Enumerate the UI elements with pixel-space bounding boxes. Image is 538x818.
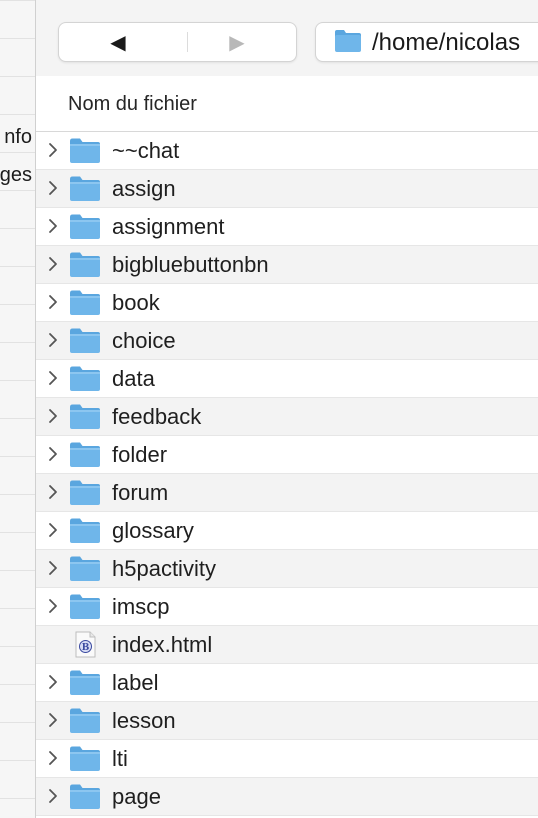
file-row[interactable]: ~~chat: [36, 132, 538, 170]
chevron-right-icon[interactable]: [44, 748, 62, 768]
file-name: page: [112, 784, 161, 809]
folder-icon: [69, 175, 101, 207]
file-name: glossary: [112, 518, 194, 543]
chevron-right-icon[interactable]: [44, 330, 62, 350]
folder-icon: [69, 479, 101, 511]
folder-icon: [335, 30, 361, 52]
file-row[interactable]: assign: [36, 170, 538, 208]
file-name: label: [112, 670, 159, 695]
background-label: nfo: [4, 126, 32, 148]
file-row[interactable]: h5pactivity: [36, 550, 538, 588]
file-name: folder: [112, 442, 168, 467]
file-browser-panel: ◀ ▶ /home/nicolas Nom du fichier ~~chat a…: [36, 0, 538, 818]
folder-icon: [69, 289, 101, 321]
folder-icon: [69, 707, 101, 739]
file-row[interactable]: folder: [36, 436, 538, 474]
file-list: ~~chat assign assignment bigbluebuttonbn boo…: [36, 132, 538, 816]
name-column-header[interactable]: Nom du fichier: [68, 93, 197, 116]
file-row[interactable]: imscp: [36, 588, 538, 626]
file-name: ~~chat: [112, 138, 180, 163]
chevron-right-icon[interactable]: [44, 216, 62, 236]
path-selector[interactable]: /home/nicolas: [315, 22, 538, 62]
file-row[interactable]: lti: [36, 740, 538, 778]
file-name: assign: [112, 176, 176, 201]
navigation-button-group: ◀ ▶: [58, 22, 297, 62]
folder-icon: [69, 403, 101, 435]
folder-icon: [69, 555, 101, 587]
file-row[interactable]: choice: [36, 322, 538, 360]
chevron-right-icon[interactable]: [44, 406, 62, 426]
chevron-right-icon[interactable]: [44, 140, 62, 160]
chevron-right-icon[interactable]: [44, 710, 62, 730]
folder-icon: [69, 783, 101, 815]
file-name: lesson: [112, 708, 176, 733]
folder-icon: [69, 441, 101, 473]
folder-icon: [69, 517, 101, 549]
file-row[interactable]: Bindex.html: [36, 626, 538, 664]
folder-icon: [69, 593, 101, 625]
chevron-right-icon[interactable]: [44, 558, 62, 578]
file-name: data: [112, 366, 155, 391]
chevron-right-icon[interactable]: [44, 368, 62, 388]
file-name: h5pactivity: [112, 556, 216, 581]
html-file-icon: B: [69, 631, 101, 663]
file-name: lti: [112, 746, 128, 771]
folder-icon: [69, 365, 101, 397]
chevron-right-icon[interactable]: [44, 672, 62, 692]
chevron-right-icon[interactable]: [44, 596, 62, 616]
folder-icon: [69, 213, 101, 245]
background-window: nfo ges: [0, 0, 36, 818]
forward-button[interactable]: ▶: [178, 23, 296, 61]
file-name: assignment: [112, 214, 225, 239]
chevron-right-icon[interactable]: [44, 444, 62, 464]
chevron-right-icon[interactable]: [44, 254, 62, 274]
path-text: /home/nicolas: [372, 29, 521, 56]
file-row[interactable]: data: [36, 360, 538, 398]
file-row[interactable]: page: [36, 778, 538, 816]
forward-arrow-icon: ▶: [229, 31, 245, 54]
chevron-right-icon[interactable]: [44, 482, 62, 502]
file-row[interactable]: feedback: [36, 398, 538, 436]
chevron-right-icon[interactable]: [44, 178, 62, 198]
back-button[interactable]: ◀: [59, 23, 177, 61]
file-row[interactable]: book: [36, 284, 538, 322]
folder-icon: [69, 327, 101, 359]
svg-text:B: B: [82, 643, 90, 653]
file-name: bigbluebuttonbn: [112, 252, 269, 277]
folder-icon: [69, 745, 101, 777]
back-arrow-icon: ◀: [110, 31, 126, 54]
file-row[interactable]: label: [36, 664, 538, 702]
file-row[interactable]: lesson: [36, 702, 538, 740]
toolbar: ◀ ▶ /home/nicolas: [36, 0, 538, 77]
file-row[interactable]: bigbluebuttonbn: [36, 246, 538, 284]
file-name: forum: [112, 480, 169, 505]
column-header: Nom du fichier: [36, 76, 538, 132]
file-row[interactable]: assignment: [36, 208, 538, 246]
chevron-right-icon[interactable]: [44, 520, 62, 540]
file-row[interactable]: forum: [36, 474, 538, 512]
chevron-right-icon[interactable]: [44, 292, 62, 312]
folder-icon: [69, 251, 101, 283]
background-label: ges: [0, 164, 32, 186]
file-name: index.html: [112, 632, 213, 657]
chevron-right-icon[interactable]: [44, 786, 62, 806]
file-name: imscp: [112, 594, 170, 619]
file-name: choice: [112, 328, 176, 353]
folder-icon: [69, 669, 101, 701]
file-name: feedback: [112, 404, 202, 429]
file-name: book: [112, 290, 160, 315]
folder-icon: [69, 137, 101, 169]
file-row[interactable]: glossary: [36, 512, 538, 550]
